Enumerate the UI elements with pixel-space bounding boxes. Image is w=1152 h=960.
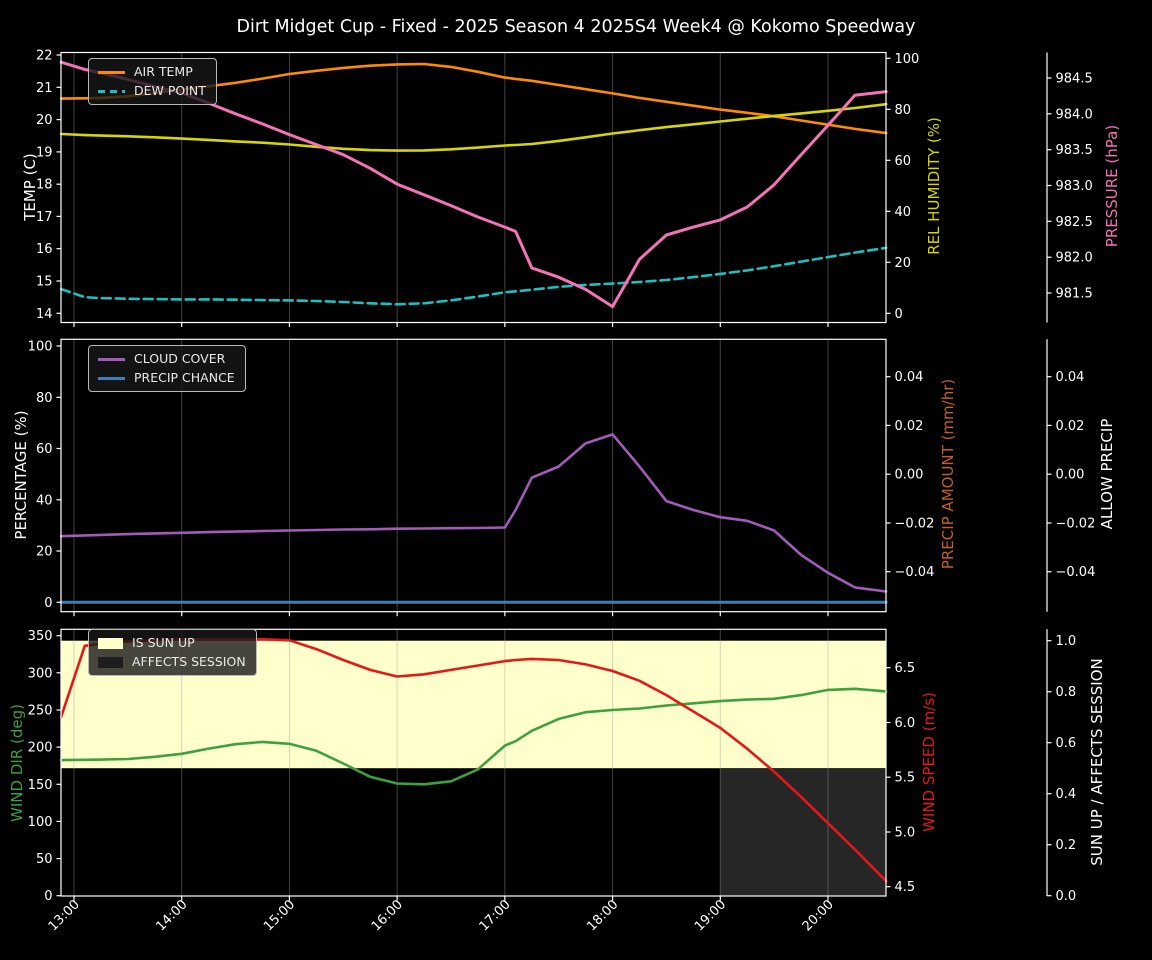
svg-text:100: 100 xyxy=(28,340,53,355)
svg-text:200: 200 xyxy=(28,741,53,756)
svg-text:982.5: 982.5 xyxy=(1056,215,1093,230)
svg-text:0.0: 0.0 xyxy=(1056,889,1077,904)
svg-text:80: 80 xyxy=(36,391,53,406)
svg-text:100: 100 xyxy=(895,52,920,67)
svg-text:14:00: 14:00 xyxy=(153,897,190,934)
svg-text:16:00: 16:00 xyxy=(369,897,406,934)
dew-point-dash-swatch xyxy=(98,89,125,93)
axis-title-humidity: REL HUMIDITY (%) xyxy=(925,117,943,255)
svg-text:0.6: 0.6 xyxy=(1056,736,1077,751)
svg-text:−0.04: −0.04 xyxy=(1056,565,1096,580)
svg-text:22: 22 xyxy=(36,49,53,64)
axis-title-precip-amount: PRECIP AMOUNT (mm/hr) xyxy=(939,378,957,570)
svg-text:0.2: 0.2 xyxy=(1056,838,1077,853)
sun-up-patch-swatch xyxy=(98,637,123,649)
svg-text:60: 60 xyxy=(36,442,53,457)
legend-label: AIR TEMP xyxy=(134,64,193,79)
svg-text:5.5: 5.5 xyxy=(895,771,916,786)
axis-title-percentage: PERCENTAGE (%) xyxy=(12,410,30,540)
svg-text:982.0: 982.0 xyxy=(1056,251,1093,266)
legend-label: CLOUD COVER xyxy=(134,351,226,366)
svg-text:15: 15 xyxy=(36,275,53,290)
svg-text:60: 60 xyxy=(895,154,912,169)
svg-text:19:00: 19:00 xyxy=(692,897,729,934)
svg-text:983.5: 983.5 xyxy=(1056,143,1093,158)
svg-text:0.8: 0.8 xyxy=(1056,685,1077,700)
svg-text:16: 16 xyxy=(36,242,53,257)
legend-precip: CLOUD COVER PRECIP CHANCE xyxy=(88,345,246,392)
svg-text:4.5: 4.5 xyxy=(895,880,916,895)
svg-text:0.00: 0.00 xyxy=(1056,468,1085,483)
svg-text:18:00: 18:00 xyxy=(584,897,621,934)
chart-canvas: 141516171819202122020406080100981.5982.0… xyxy=(28,49,1096,935)
legend-item-cloud-cover: CLOUD COVER xyxy=(98,352,235,366)
air-temp-line-swatch xyxy=(98,70,125,74)
svg-text:20: 20 xyxy=(36,113,53,128)
svg-text:50: 50 xyxy=(36,852,53,867)
chart-title: Dirt Midget Cup - Fixed - 2025 Season 4 … xyxy=(236,17,916,37)
svg-text:350: 350 xyxy=(28,629,53,644)
legend-item-dew-point: DEW POINT xyxy=(98,84,206,98)
svg-text:40: 40 xyxy=(895,205,912,220)
legend-label: PRECIP CHANCE xyxy=(134,370,235,385)
svg-text:150: 150 xyxy=(28,778,53,793)
svg-text:100: 100 xyxy=(28,815,53,830)
legend-item-affects-session: AFFECTS SESSION xyxy=(98,655,246,669)
svg-text:0.4: 0.4 xyxy=(1056,787,1077,802)
svg-text:1.0: 1.0 xyxy=(1056,634,1077,649)
svg-text:0.02: 0.02 xyxy=(895,419,924,434)
svg-text:6.0: 6.0 xyxy=(895,716,916,731)
svg-text:0.00: 0.00 xyxy=(895,468,924,483)
svg-text:0: 0 xyxy=(44,596,52,611)
svg-text:6.5: 6.5 xyxy=(895,661,916,676)
legend-temperature: AIR TEMP DEW POINT xyxy=(88,58,217,105)
svg-text:0.04: 0.04 xyxy=(895,370,924,385)
axis-title-allow-precip: ALLOW PRECIP xyxy=(1098,418,1116,530)
legend-item-air-temp: AIR TEMP xyxy=(98,65,206,79)
svg-text:0: 0 xyxy=(44,889,52,904)
svg-text:21: 21 xyxy=(36,81,53,96)
axis-title-temp: TEMP (C) xyxy=(21,153,39,221)
svg-text:300: 300 xyxy=(28,666,53,681)
svg-text:20: 20 xyxy=(895,256,912,271)
legend-label: DEW POINT xyxy=(134,83,206,98)
svg-text:981.5: 981.5 xyxy=(1056,287,1093,302)
svg-text:40: 40 xyxy=(36,493,53,508)
svg-text:20: 20 xyxy=(36,545,53,560)
svg-text:5.0: 5.0 xyxy=(895,826,916,841)
svg-text:984.5: 984.5 xyxy=(1056,72,1093,87)
svg-text:0.04: 0.04 xyxy=(1056,370,1085,385)
svg-text:983.0: 983.0 xyxy=(1056,179,1093,194)
svg-text:14: 14 xyxy=(36,307,53,322)
svg-text:0.02: 0.02 xyxy=(1056,419,1085,434)
cloud-cover-line-swatch xyxy=(98,357,125,361)
affects-session-patch-swatch xyxy=(98,656,123,668)
axis-title-sun-up: SUN UP / AFFECTS SESSION xyxy=(1088,658,1106,866)
svg-text:250: 250 xyxy=(28,704,53,719)
svg-text:−0.02: −0.02 xyxy=(1056,517,1096,532)
svg-text:−0.04: −0.04 xyxy=(895,565,935,580)
legend-label: AFFECTS SESSION xyxy=(132,654,246,669)
legend-item-is-sun-up: IS SUN UP xyxy=(98,636,246,650)
svg-text:15:00: 15:00 xyxy=(261,897,298,934)
precip-chance-line-swatch xyxy=(98,376,125,380)
svg-text:−0.02: −0.02 xyxy=(895,517,935,532)
svg-text:17:00: 17:00 xyxy=(477,897,514,934)
legend-item-precip-chance: PRECIP CHANCE xyxy=(98,371,235,385)
svg-text:80: 80 xyxy=(895,103,912,118)
svg-text:20:00: 20:00 xyxy=(800,897,837,934)
axis-title-wind-speed: WIND SPEED (m/s) xyxy=(920,692,938,832)
axis-title-wind-dir: WIND DIR (deg) xyxy=(8,704,26,822)
legend-sun-session: IS SUN UP AFFECTS SESSION xyxy=(88,629,257,676)
axis-title-pressure: PRESSURE (hPa) xyxy=(1103,124,1121,248)
weather-forecast-figure: 14 15 16 17 18 19 20 21 22 0 20 40 60 80 100 981.5 982.0… xyxy=(0,0,1152,960)
legend-label: IS SUN UP xyxy=(132,635,195,650)
svg-text:984.0: 984.0 xyxy=(1056,107,1093,122)
svg-text:0: 0 xyxy=(895,307,903,322)
